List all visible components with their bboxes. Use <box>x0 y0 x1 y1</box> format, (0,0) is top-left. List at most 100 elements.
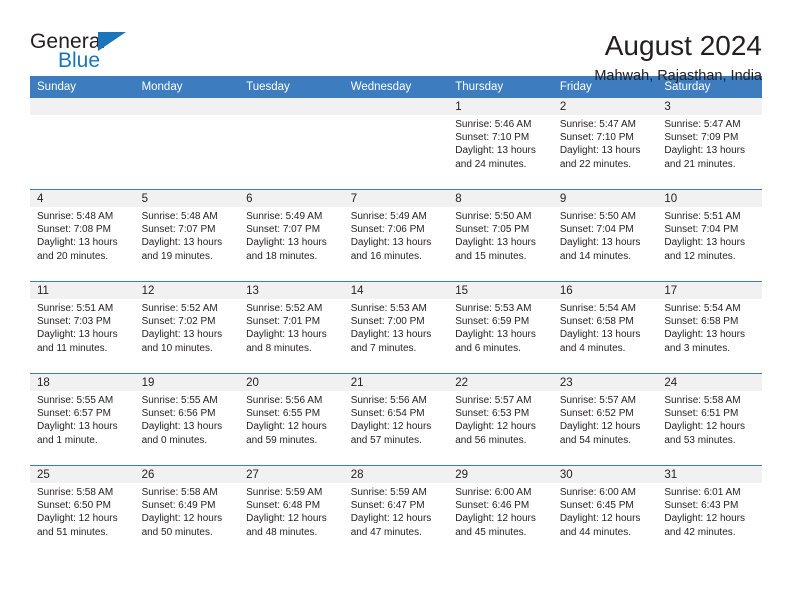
weekday-header-sunday: Sunday <box>30 76 135 98</box>
sunrise-text: Sunrise: 5:59 AM <box>246 487 323 498</box>
calendar-day-cell[interactable]: 24 Sunrise: 5:58 AM Sunset: 6:51 PM Dayligh… <box>657 373 762 466</box>
calendar-day-cell[interactable]: 11 Sunrise: 5:51 AM Sunset: 7:03 PM Dayligh… <box>30 281 135 374</box>
calendar-day-cell[interactable]: 22 Sunrise: 5:57 AM Sunset: 6:53 PM Dayligh… <box>448 373 553 466</box>
daylight-text: Daylight: 12 hours and 57 minutes. <box>350 421 432 446</box>
day-number: 20 <box>239 374 344 391</box>
day-details: Sunrise: 5:58 AM Sunset: 6:51 PM Daylight:… <box>657 391 762 447</box>
calendar-day-cell[interactable]: 13 Sunrise: 5:52 AM Sunset: 7:01 PM Dayligh… <box>239 281 344 374</box>
day-cell-inner: 6 Sunrise: 5:49 AM Sunset: 7:07 PM Daylight… <box>239 190 344 281</box>
calendar-day-cell[interactable]: 18 Sunrise: 5:55 AM Sunset: 6:57 PM Dayligh… <box>30 373 135 466</box>
calendar-day-cell[interactable]: 15 Sunrise: 5:53 AM Sunset: 6:59 PM Dayligh… <box>448 281 553 374</box>
calendar-day-cell[interactable]: 17 Sunrise: 5:54 AM Sunset: 6:58 PM Dayligh… <box>657 281 762 374</box>
calendar-day-cell[interactable]: 27 Sunrise: 5:59 AM Sunset: 6:48 PM Dayligh… <box>239 465 344 557</box>
sunset-text: Sunset: 6:46 PM <box>455 500 530 512</box>
calendar-day-cell[interactable]: 6 Sunrise: 5:49 AM Sunset: 7:07 PM Daylight… <box>239 189 344 282</box>
sunrise-text: Sunrise: 5:51 AM <box>37 303 114 314</box>
calendar-day-cell[interactable]: 28 Sunrise: 5:59 AM Sunset: 6:47 PM Dayligh… <box>343 465 449 557</box>
sunset-text: Sunset: 7:07 PM <box>141 224 216 236</box>
sunset-text: Sunset: 6:58 PM <box>664 316 739 328</box>
sunrise-text: Sunrise: 5:49 AM <box>350 211 427 222</box>
day-number <box>134 98 240 115</box>
day-cell-inner: 13 Sunrise: 5:52 AM Sunset: 7:01 PM Dayligh… <box>239 282 344 373</box>
sunset-text: Sunset: 6:54 PM <box>350 408 425 420</box>
sunset-text: Sunset: 6:59 PM <box>455 316 530 328</box>
day-details: Sunrise: 5:49 AM Sunset: 7:06 PM Daylight:… <box>344 207 449 263</box>
calendar-day-cell[interactable]: 23 Sunrise: 5:57 AM Sunset: 6:52 PM Dayligh… <box>552 373 658 466</box>
sunset-text: Sunset: 6:48 PM <box>246 500 321 512</box>
day-number: 6 <box>239 190 344 207</box>
calendar-day-cell[interactable]: 5 Sunrise: 5:48 AM Sunset: 7:07 PM Daylight… <box>134 189 240 282</box>
logo-text-blue: Blue <box>58 49 101 72</box>
calendar-day-cell-empty <box>343 98 449 190</box>
sunset-text: Sunset: 6:51 PM <box>664 408 739 420</box>
sunset-text: Sunset: 6:43 PM <box>664 500 739 512</box>
day-details: Sunrise: 5:55 AM Sunset: 6:57 PM Daylight:… <box>30 391 135 447</box>
calendar-day-cell[interactable]: 2 Sunrise: 5:47 AM Sunset: 7:10 PM Daylight… <box>552 98 658 190</box>
day-number <box>239 98 344 115</box>
day-number: 12 <box>134 282 240 299</box>
calendar-day-cell[interactable]: 7 Sunrise: 5:49 AM Sunset: 7:06 PM Daylight… <box>343 189 449 282</box>
calendar-day-cell[interactable]: 3 Sunrise: 5:47 AM Sunset: 7:09 PM Daylight… <box>657 98 762 190</box>
sunset-text: Sunset: 6:53 PM <box>455 408 530 420</box>
calendar-day-cell[interactable]: 12 Sunrise: 5:52 AM Sunset: 7:02 PM Dayligh… <box>134 281 240 374</box>
day-cell-inner: 31 Sunrise: 6:01 AM Sunset: 6:43 PM Dayligh… <box>657 466 762 557</box>
sunrise-text: Sunrise: 5:46 AM <box>455 119 532 130</box>
daylight-text: Daylight: 13 hours and 14 minutes. <box>559 237 641 262</box>
daylight-text: Daylight: 13 hours and 6 minutes. <box>455 329 536 354</box>
day-details: Sunrise: 5:56 AM Sunset: 6:54 PM Daylight:… <box>344 391 449 447</box>
calendar-day-cell[interactable]: 21 Sunrise: 5:56 AM Sunset: 6:54 PM Dayligh… <box>343 373 449 466</box>
calendar-day-cell[interactable]: 16 Sunrise: 5:54 AM Sunset: 6:58 PM Dayligh… <box>552 281 658 374</box>
sunset-text: Sunset: 6:56 PM <box>141 408 216 420</box>
sunset-text: Sunset: 7:04 PM <box>664 224 739 236</box>
daylight-text: Daylight: 13 hours and 21 minutes. <box>664 145 745 170</box>
day-details: Sunrise: 6:00 AM Sunset: 6:46 PM Daylight:… <box>448 483 553 539</box>
day-number: 3 <box>657 98 762 115</box>
sunrise-text: Sunrise: 6:00 AM <box>455 487 532 498</box>
calendar-day-cell[interactable]: 19 Sunrise: 5:55 AM Sunset: 6:56 PM Dayligh… <box>134 373 240 466</box>
day-number: 5 <box>134 190 240 207</box>
day-details: Sunrise: 5:54 AM Sunset: 6:58 PM Daylight:… <box>657 299 762 355</box>
calendar-day-cell[interactable]: 10 Sunrise: 5:51 AM Sunset: 7:04 PM Dayligh… <box>657 189 762 282</box>
calendar-day-cell[interactable]: 1 Sunrise: 5:46 AM Sunset: 7:10 PM Daylight… <box>448 98 553 190</box>
daylight-text: Daylight: 13 hours and 19 minutes. <box>141 237 223 262</box>
sunset-text: Sunset: 7:10 PM <box>559 132 634 144</box>
daylight-text: Daylight: 12 hours and 44 minutes. <box>559 513 641 538</box>
daylight-text: Daylight: 13 hours and 0 minutes. <box>141 421 223 446</box>
calendar-day-cell-empty <box>239 98 344 190</box>
title-block: August 2024 Mahwah, Rajasthan, India <box>594 30 762 86</box>
day-cell-inner: 12 Sunrise: 5:52 AM Sunset: 7:02 PM Dayligh… <box>134 282 240 373</box>
calendar-body: 1 Sunrise: 5:46 AM Sunset: 7:10 PM Daylight… <box>30 98 762 557</box>
calendar-day-cell[interactable]: 9 Sunrise: 5:50 AM Sunset: 7:04 PM Daylight… <box>552 189 658 282</box>
day-details: Sunrise: 5:50 AM Sunset: 7:05 PM Daylight:… <box>448 207 553 263</box>
day-details: Sunrise: 5:58 AM Sunset: 6:49 PM Daylight:… <box>135 483 240 539</box>
sunset-text: Sunset: 7:04 PM <box>559 224 634 236</box>
sunset-text: Sunset: 7:08 PM <box>37 224 111 236</box>
weekday-header-wednesday: Wednesday <box>343 76 449 98</box>
sunrise-text: Sunrise: 5:51 AM <box>664 211 741 222</box>
daylight-text: Daylight: 13 hours and 16 minutes. <box>350 237 432 262</box>
day-number: 14 <box>343 282 449 299</box>
day-number: 19 <box>134 374 240 391</box>
calendar-day-cell[interactable]: 30 Sunrise: 6:00 AM Sunset: 6:45 PM Dayligh… <box>552 465 658 557</box>
day-number: 7 <box>343 190 449 207</box>
calendar-day-cell[interactable]: 14 Sunrise: 5:53 AM Sunset: 7:00 PM Dayligh… <box>343 281 449 374</box>
calendar-day-cell[interactable]: 29 Sunrise: 6:00 AM Sunset: 6:46 PM Dayligh… <box>448 465 553 557</box>
day-details: Sunrise: 5:47 AM Sunset: 7:09 PM Daylight:… <box>657 115 762 171</box>
sunrise-text: Sunrise: 5:48 AM <box>141 211 218 222</box>
calendar-day-cell[interactable]: 20 Sunrise: 5:56 AM Sunset: 6:55 PM Dayligh… <box>239 373 344 466</box>
day-details: Sunrise: 5:56 AM Sunset: 6:55 PM Daylight:… <box>239 391 344 447</box>
calendar-day-cell[interactable]: 26 Sunrise: 5:58 AM Sunset: 6:49 PM Dayligh… <box>134 465 240 557</box>
calendar-day-cell-empty <box>30 98 135 190</box>
calendar-day-cell[interactable]: 25 Sunrise: 5:58 AM Sunset: 6:50 PM Dayligh… <box>30 465 135 557</box>
daylight-text: Daylight: 12 hours and 42 minutes. <box>664 513 745 538</box>
day-cell-inner: 7 Sunrise: 5:49 AM Sunset: 7:06 PM Daylight… <box>343 190 449 281</box>
general-blue-logo[interactable]: General Blue <box>30 30 160 78</box>
day-cell-inner: 1 Sunrise: 5:46 AM Sunset: 7:10 PM Daylight… <box>448 98 553 189</box>
day-details: Sunrise: 5:49 AM Sunset: 7:07 PM Daylight:… <box>239 207 344 263</box>
calendar-day-cell[interactable]: 4 Sunrise: 5:48 AM Sunset: 7:08 PM Daylight… <box>30 189 135 282</box>
calendar-day-cell[interactable]: 8 Sunrise: 5:50 AM Sunset: 7:05 PM Daylight… <box>448 189 553 282</box>
sunset-text: Sunset: 7:07 PM <box>246 224 321 236</box>
day-details: Sunrise: 5:54 AM Sunset: 6:58 PM Daylight:… <box>553 299 658 355</box>
calendar-day-cell[interactable]: 31 Sunrise: 6:01 AM Sunset: 6:43 PM Dayligh… <box>657 465 762 557</box>
day-details: Sunrise: 5:47 AM Sunset: 7:10 PM Daylight:… <box>553 115 658 171</box>
